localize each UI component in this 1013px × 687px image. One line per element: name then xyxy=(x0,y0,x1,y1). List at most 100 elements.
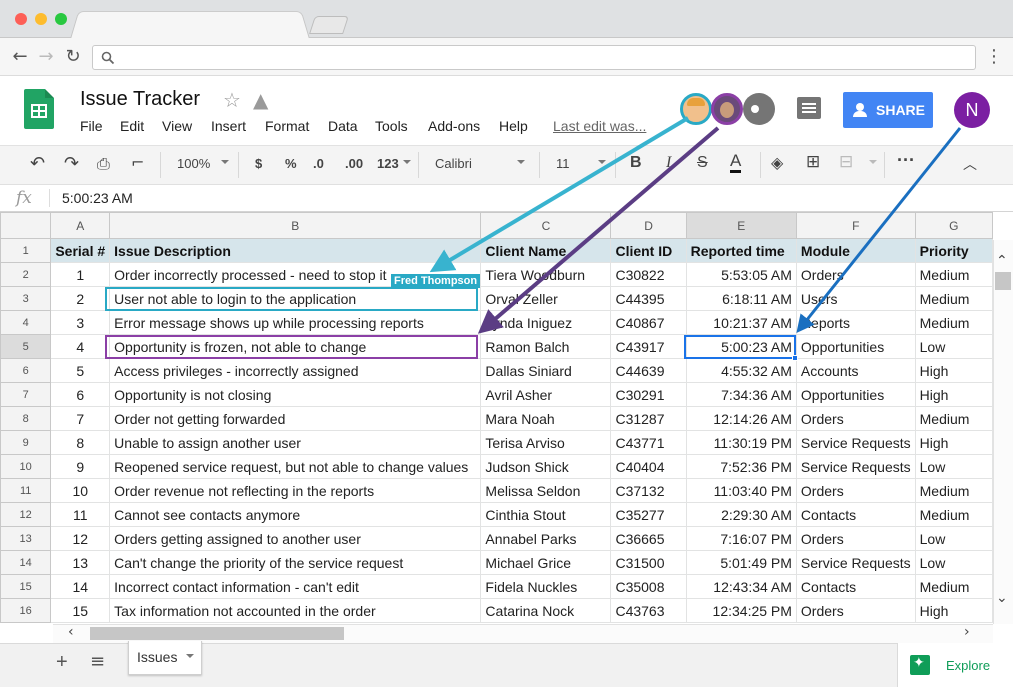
collaborator-avatar[interactable] xyxy=(711,93,743,125)
bold-button[interactable]: B xyxy=(630,154,642,172)
module-cell[interactable]: Reports xyxy=(795,310,916,335)
module-cell[interactable]: Service Requests xyxy=(795,430,916,455)
new-tab-button[interactable] xyxy=(309,16,349,34)
horizontal-scroll-thumb[interactable] xyxy=(90,627,344,640)
row-number[interactable]: 4 xyxy=(0,310,52,335)
maximize-window-icon[interactable] xyxy=(55,13,67,25)
serial-cell[interactable]: 6 xyxy=(50,382,111,407)
client-id-cell[interactable]: C44639 xyxy=(610,358,687,383)
issue-description-cell[interactable]: Tax information not accounted in the ord… xyxy=(109,598,482,623)
reported-time-cell[interactable]: 7:52:36 PM xyxy=(685,454,797,479)
more-formats-button[interactable]: 123 xyxy=(377,156,399,171)
percent-format-button[interactable]: % xyxy=(285,156,297,171)
borders-icon[interactable]: ⊞ xyxy=(806,152,820,172)
client-name-cell[interactable]: Fidela Nuckles xyxy=(480,574,612,599)
forward-arrow-icon[interactable]: → xyxy=(34,45,58,69)
reported-time-cell[interactable]: 6:18:11 AM xyxy=(685,286,797,311)
move-to-drive-icon[interactable]: ▲ xyxy=(253,88,268,112)
scroll-right-icon[interactable]: › xyxy=(964,624,970,640)
zoom-select[interactable]: 100% xyxy=(177,156,210,171)
issue-description-cell[interactable]: Opportunity is not closing xyxy=(109,382,482,407)
client-id-cell[interactable]: C40867 xyxy=(610,310,687,335)
priority-cell[interactable]: Medium xyxy=(914,502,993,527)
header-cell[interactable]: Client ID xyxy=(610,238,687,263)
row-number[interactable]: 15 xyxy=(0,574,52,599)
row-number[interactable]: 6 xyxy=(0,358,52,383)
column-header[interactable]: A xyxy=(50,212,111,239)
module-cell[interactable]: Contacts xyxy=(795,502,916,527)
font-select[interactable]: Calibri xyxy=(435,156,472,171)
client-name-cell[interactable]: Ramon Balch xyxy=(480,334,612,359)
row-number[interactable]: 10 xyxy=(0,454,52,479)
scroll-down-icon[interactable]: ⌄ xyxy=(996,590,1008,606)
serial-cell[interactable]: 4 xyxy=(50,334,111,359)
column-header[interactable]: D xyxy=(610,212,687,239)
browser-tab[interactable] xyxy=(70,11,310,40)
minimize-window-icon[interactable] xyxy=(35,13,47,25)
menu-edit[interactable]: Edit xyxy=(120,118,144,134)
menu-add-ons[interactable]: Add-ons xyxy=(428,118,480,134)
client-name-cell[interactable]: Tiera Woodburn xyxy=(480,262,612,287)
collaborator-avatar-fred[interactable] xyxy=(680,93,712,125)
client-id-cell[interactable]: C30291 xyxy=(610,382,687,407)
client-id-cell[interactable]: C31500 xyxy=(610,550,687,575)
column-header[interactable]: C xyxy=(480,212,612,239)
module-cell[interactable]: Orders xyxy=(795,478,916,503)
issue-description-cell[interactable]: Cannot see contacts anymore xyxy=(109,502,482,527)
scroll-left-icon[interactable]: ‹ xyxy=(68,624,74,640)
column-header[interactable]: F xyxy=(795,212,916,239)
currency-format-button[interactable]: $ xyxy=(255,156,262,171)
priority-cell[interactable]: Medium xyxy=(914,574,993,599)
module-cell[interactable]: Orders xyxy=(795,406,916,431)
issue-description-cell[interactable]: Order revenue not reflecting in the repo… xyxy=(109,478,482,503)
client-name-cell[interactable]: Dallas Siniard xyxy=(480,358,612,383)
add-sheet-icon[interactable]: + xyxy=(56,651,68,674)
column-header[interactable]: E xyxy=(685,212,797,239)
serial-cell[interactable]: 15 xyxy=(50,598,111,623)
address-bar[interactable] xyxy=(92,45,976,70)
comments-icon[interactable] xyxy=(797,97,821,119)
header-cell[interactable]: Issue Description xyxy=(109,238,482,263)
text-color-button[interactable]: A xyxy=(730,152,742,173)
priority-cell[interactable]: Low xyxy=(914,550,993,575)
last-edit-link[interactable]: Last edit was... xyxy=(553,118,646,134)
browser-menu-icon[interactable]: ⋮ xyxy=(982,45,1006,69)
menu-view[interactable]: View xyxy=(162,118,192,134)
reported-time-cell[interactable]: 10:21:37 AM xyxy=(685,310,797,335)
client-id-cell[interactable]: C36665 xyxy=(610,526,687,551)
serial-cell[interactable]: 2 xyxy=(50,286,111,311)
reported-time-cell[interactable]: 4:55:32 AM xyxy=(685,358,797,383)
priority-cell[interactable]: Medium xyxy=(914,406,993,431)
increase-decimals-button[interactable]: .00 xyxy=(345,156,363,171)
row-number[interactable]: 3 xyxy=(0,286,52,311)
header-cell[interactable]: Reported time xyxy=(685,238,797,263)
row-number[interactable]: 16 xyxy=(0,598,52,623)
row-number[interactable]: 2 xyxy=(0,262,52,287)
reported-time-cell[interactable]: 5:00:23 AM xyxy=(685,334,797,359)
priority-cell[interactable]: Low xyxy=(914,454,993,479)
serial-cell[interactable]: 1 xyxy=(50,262,111,287)
client-name-cell[interactable]: Cinthia Stout xyxy=(480,502,612,527)
decrease-decimals-button[interactable]: .0 xyxy=(313,156,324,171)
sheets-logo-icon[interactable] xyxy=(24,89,54,129)
row-number[interactable]: 12 xyxy=(0,502,52,527)
vertical-scrollbar[interactable] xyxy=(993,240,1013,624)
client-id-cell[interactable]: C40404 xyxy=(610,454,687,479)
header-cell[interactable]: Client Name xyxy=(480,238,612,263)
priority-cell[interactable]: High xyxy=(914,598,993,623)
scroll-up-icon[interactable]: ⌃ xyxy=(996,253,1008,269)
client-id-cell[interactable]: C35277 xyxy=(610,502,687,527)
issue-description-cell[interactable]: Orders getting assigned to another user xyxy=(109,526,482,551)
account-avatar[interactable]: N xyxy=(954,92,990,128)
strikethrough-button[interactable]: S xyxy=(697,154,708,172)
priority-cell[interactable]: Medium xyxy=(914,262,993,287)
client-id-cell[interactable]: C31287 xyxy=(610,406,687,431)
italic-button[interactable]: I xyxy=(666,154,671,172)
share-button[interactable]: SHARE xyxy=(843,92,933,128)
row-number[interactable]: 13 xyxy=(0,526,52,551)
reported-time-cell[interactable]: 7:34:36 AM xyxy=(685,382,797,407)
serial-cell[interactable]: 11 xyxy=(50,502,111,527)
star-icon[interactable]: ☆ xyxy=(223,88,241,112)
serial-cell[interactable]: 5 xyxy=(50,358,111,383)
menu-data[interactable]: Data xyxy=(328,118,358,134)
